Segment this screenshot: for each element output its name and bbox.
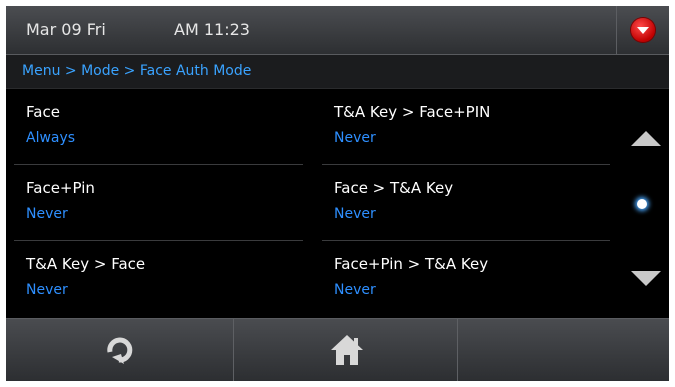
setting-face-ta-key[interactable]: Face > T&A Key Never [314, 165, 616, 241]
setting-value: Never [26, 282, 68, 298]
status-bar: Mar 09 Fri AM 11:23 [6, 6, 669, 55]
setting-value: Always [26, 130, 76, 146]
device-screen: Mar 09 Fri AM 11:23 Menu > Mode > Face A… [6, 6, 669, 381]
setting-value: Never [334, 282, 376, 298]
setting-title: T&A Key > Face [26, 255, 146, 273]
time-label: AM 11:23 [174, 20, 250, 39]
setting-ta-key-face[interactable]: T&A Key > Face Never [6, 241, 309, 317]
arrow-down-icon[interactable] [631, 271, 661, 286]
setting-value: Never [334, 130, 376, 146]
setting-value: Never [334, 206, 376, 222]
arrow-up-icon[interactable] [631, 131, 661, 146]
setting-title: Face+Pin > T&A Key [334, 255, 489, 273]
setting-title: Face > T&A Key [334, 179, 454, 197]
dropdown-circle-icon [631, 18, 655, 42]
settings-grid: Face Always T&A Key > Face+PIN Never Fac… [6, 89, 616, 318]
setting-title: Face [26, 103, 60, 121]
empty-button-slot [458, 319, 669, 381]
setting-face[interactable]: Face Always [6, 89, 309, 165]
refresh-button[interactable] [6, 319, 234, 381]
setting-ta-key-face-pin[interactable]: T&A Key > Face+PIN Never [314, 89, 616, 165]
setting-title: T&A Key > Face+PIN [334, 103, 491, 121]
scroll-controls [619, 89, 669, 318]
breadcrumb-text: Menu > Mode > Face Auth Mode [22, 63, 252, 79]
date-label: Mar 09 Fri [26, 20, 106, 39]
setting-value: Never [26, 206, 68, 222]
setting-face-pin[interactable]: Face+Pin Never [6, 165, 309, 241]
setting-face-pin-ta-key[interactable]: Face+Pin > T&A Key Never [314, 241, 616, 317]
page-indicator-dot-icon [637, 199, 647, 209]
bottom-bar [6, 318, 669, 381]
menu-dropdown-button[interactable] [616, 6, 669, 54]
refresh-icon [107, 337, 133, 364]
home-icon [331, 335, 363, 365]
breadcrumb: Menu > Mode > Face Auth Mode [6, 55, 669, 89]
home-button[interactable] [234, 319, 458, 381]
setting-title: Face+Pin [26, 179, 95, 197]
